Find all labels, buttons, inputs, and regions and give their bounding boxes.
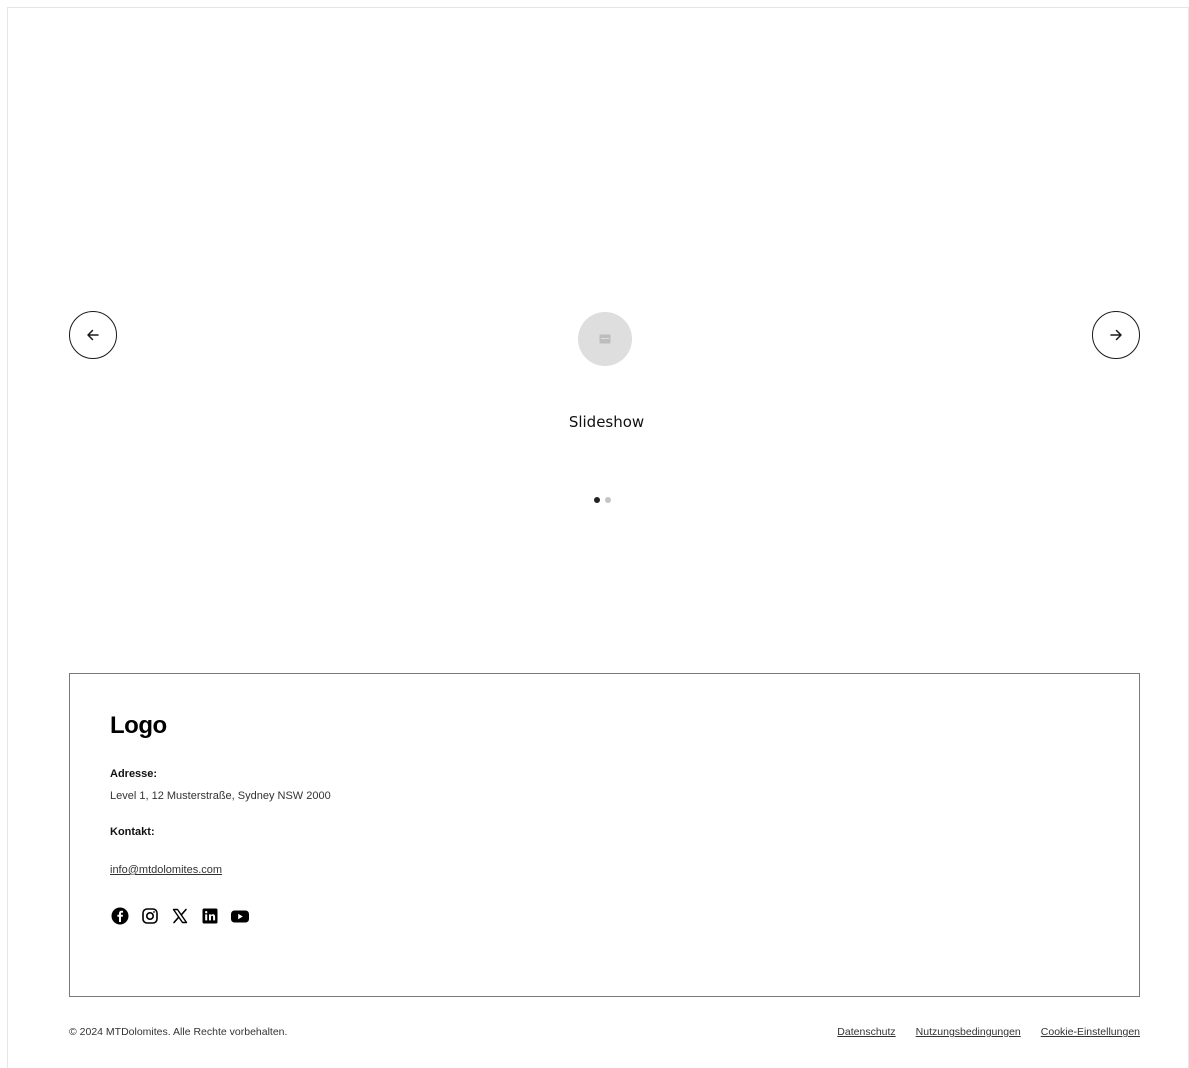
address-label: Adresse: <box>110 768 158 780</box>
arrow-right-icon <box>1110 329 1122 341</box>
contact-label: Kontakt: <box>110 826 155 838</box>
slide-dot-1[interactable] <box>594 497 600 503</box>
youtube-icon[interactable] <box>230 906 250 926</box>
social-links <box>110 906 250 926</box>
cookie-settings-link[interactable]: Cookie-Einstellungen <box>1041 1026 1140 1038</box>
slideshow-pagination <box>594 497 611 503</box>
image-icon <box>599 334 611 344</box>
slideshow-caption: Slideshow <box>568 413 645 431</box>
x-icon[interactable] <box>170 906 190 926</box>
copyright-text: © 2024 MTDolomites. Alle Rechte vorbehal… <box>69 1026 288 1038</box>
slide-image-placeholder <box>578 312 632 366</box>
footer-card: Logo Adresse: Level 1, 12 Musterstraße, … <box>69 673 1140 997</box>
footer-logo[interactable]: Logo <box>110 712 167 740</box>
legal-links: Datenschutz Nutzungsbedingungen Cookie-E… <box>837 1026 1140 1038</box>
linkedin-icon[interactable] <box>200 906 220 926</box>
terms-link[interactable]: Nutzungsbedingungen <box>916 1026 1021 1038</box>
footer-bottom-bar: © 2024 MTDolomites. Alle Rechte vorbehal… <box>69 1026 1140 1042</box>
slideshow-next-button[interactable] <box>1092 311 1140 359</box>
slide-dot-2[interactable] <box>605 497 611 503</box>
arrow-left-icon <box>87 329 99 341</box>
address-value: Level 1, 12 Musterstraße, Sydney NSW 200… <box>110 790 331 802</box>
facebook-icon[interactable] <box>110 906 130 926</box>
slideshow-prev-button[interactable] <box>69 311 117 359</box>
privacy-link[interactable]: Datenschutz <box>837 1026 895 1038</box>
instagram-icon[interactable] <box>140 906 160 926</box>
contact-email-link[interactable]: info@mtdolomites.com <box>110 864 222 876</box>
